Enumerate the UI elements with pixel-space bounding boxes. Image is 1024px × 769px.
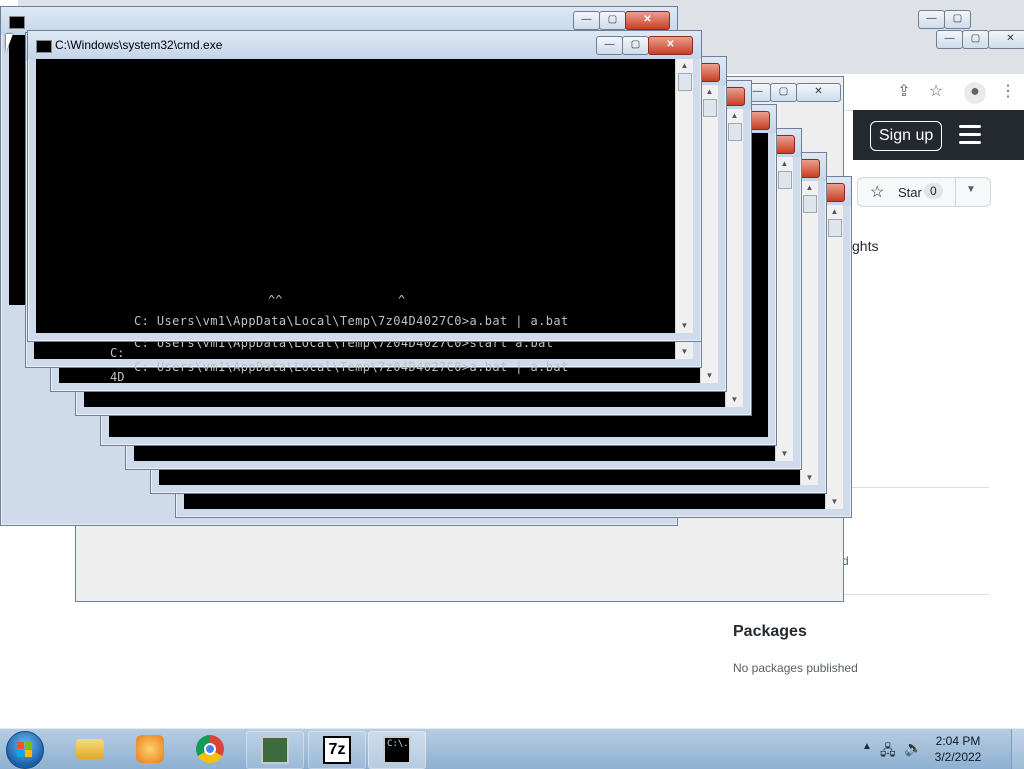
show-hidden-icons-icon[interactable]: ▲ bbox=[862, 741, 872, 752]
media-player-icon bbox=[136, 735, 164, 763]
minimize-icon[interactable]: — bbox=[918, 10, 945, 29]
task-manager-icon bbox=[261, 736, 289, 764]
start-button[interactable] bbox=[6, 731, 44, 769]
taskbar-command-prompt[interactable]: C:\. bbox=[368, 731, 426, 769]
network-icon[interactable]: 🖧 bbox=[880, 740, 896, 764]
hamburger-menu-icon[interactable] bbox=[959, 125, 981, 144]
github-header: Sign up bbox=[853, 110, 1024, 160]
7zip-icon: 7z bbox=[323, 736, 351, 764]
console-output-line: C: Users\vm1\AppData\Local\Temp\7z04D402… bbox=[134, 360, 569, 374]
mouse-cursor bbox=[6, 34, 13, 52]
console-output-fragment: C: bbox=[110, 346, 125, 360]
scroll-down-icon[interactable]: ▼ bbox=[701, 369, 718, 383]
scroll-thumb[interactable] bbox=[828, 219, 842, 237]
scroll-down-icon[interactable]: ▼ bbox=[776, 447, 793, 461]
scroll-thumb[interactable] bbox=[703, 99, 717, 117]
scroll-down-icon[interactable]: ▼ bbox=[801, 471, 818, 485]
cmd-icon bbox=[36, 40, 52, 53]
scrollbar[interactable]: ▲▼ bbox=[775, 157, 793, 461]
packages-heading: Packages bbox=[733, 623, 807, 640]
scroll-thumb[interactable] bbox=[803, 195, 817, 213]
taskbar: 7z C:\. ▲ 🖧 🔊 2:04 PM 3/2/2022 bbox=[0, 728, 1024, 769]
cmd-icon bbox=[9, 16, 25, 29]
maximize-icon[interactable]: ▢ bbox=[944, 10, 971, 29]
taskbar-7zip[interactable]: 7z bbox=[308, 731, 366, 769]
insights-tab-fragment[interactable]: ghts bbox=[852, 238, 878, 254]
clock-date[interactable]: 3/2/2022 bbox=[926, 750, 990, 764]
console-output-line: C: Users\vm1\AppData\Local\Temp\7z04D402… bbox=[134, 314, 569, 328]
console-output-fragment: ^^ ^ bbox=[268, 293, 406, 307]
close-icon[interactable]: ✕ bbox=[648, 36, 693, 55]
console-output-fragment: 4D bbox=[110, 370, 125, 384]
close-icon[interactable]: ✕ bbox=[625, 11, 670, 30]
scrollbar[interactable]: ▲▼ bbox=[800, 181, 818, 485]
bookmark-star-icon[interactable]: ☆ bbox=[926, 82, 946, 102]
windows-logo-icon bbox=[17, 742, 33, 758]
scroll-thumb[interactable] bbox=[778, 171, 792, 189]
scroll-down-icon[interactable]: ▼ bbox=[676, 345, 693, 359]
scroll-down-icon[interactable]: ▼ bbox=[676, 319, 693, 333]
chrome-icon bbox=[196, 735, 224, 763]
scroll-down-icon[interactable]: ▼ bbox=[726, 393, 743, 407]
signup-button[interactable]: Sign up bbox=[870, 121, 943, 151]
scrollbar[interactable]: ▲▼ bbox=[675, 59, 693, 333]
show-desktop-button[interactable] bbox=[1011, 729, 1024, 769]
scroll-up-icon[interactable]: ▲ bbox=[701, 85, 718, 99]
taskbar-file-explorer[interactable] bbox=[62, 731, 118, 767]
window-title: C:\Windows\system32\cmd.exe bbox=[55, 38, 223, 52]
scrollbar[interactable]: ▲▼ bbox=[700, 85, 718, 383]
star-icon: ☆ bbox=[870, 184, 885, 201]
scroll-down-icon[interactable]: ▼ bbox=[826, 495, 843, 509]
packages-status: No packages published bbox=[733, 661, 858, 675]
cmd-window-front: C:\Windows\system32\cmd.exe ▲ ▼ — ▢ ✕ C: … bbox=[27, 30, 702, 342]
chevron-down-icon[interactable]: ▼ bbox=[966, 184, 976, 195]
scrollbar[interactable]: ▲▼ bbox=[825, 205, 843, 509]
close-icon[interactable]: ✕ bbox=[796, 83, 841, 102]
scroll-up-icon[interactable]: ▲ bbox=[826, 205, 843, 219]
scroll-thumb[interactable] bbox=[678, 73, 692, 91]
maximize-icon[interactable]: ▢ bbox=[599, 11, 626, 30]
taskbar-chrome[interactable] bbox=[182, 731, 238, 767]
scrollbar[interactable]: ▲▼ bbox=[725, 109, 743, 407]
star-count: 0 bbox=[924, 183, 943, 199]
console-area bbox=[36, 59, 693, 333]
star-repo-button[interactable]: ☆ Star 0 ▼ bbox=[857, 177, 991, 207]
scroll-up-icon[interactable]: ▲ bbox=[801, 181, 818, 195]
maximize-icon[interactable]: ▢ bbox=[622, 36, 649, 55]
scroll-up-icon[interactable]: ▲ bbox=[676, 59, 693, 73]
share-icon[interactable]: ⇪ bbox=[894, 82, 914, 102]
minimize-icon[interactable]: — bbox=[936, 30, 963, 49]
star-label: Star bbox=[898, 185, 922, 200]
minimize-icon[interactable]: — bbox=[573, 11, 600, 30]
profile-avatar-icon[interactable]: ● bbox=[964, 82, 986, 104]
taskbar-media-player[interactable] bbox=[122, 731, 178, 767]
command-prompt-icon: C:\. bbox=[383, 736, 411, 764]
scroll-thumb[interactable] bbox=[728, 123, 742, 141]
maximize-icon[interactable]: ▢ bbox=[770, 83, 797, 102]
scroll-up-icon[interactable]: ▲ bbox=[726, 109, 743, 123]
close-icon[interactable]: ✕ bbox=[988, 30, 1024, 49]
minimize-icon[interactable]: — bbox=[596, 36, 623, 55]
clock-time[interactable]: 2:04 PM bbox=[926, 734, 990, 748]
maximize-icon[interactable]: ▢ bbox=[962, 30, 989, 49]
taskbar-task-manager[interactable] bbox=[246, 731, 304, 769]
folder-icon bbox=[76, 739, 104, 759]
kebab-menu-icon[interactable]: ⋮ bbox=[998, 82, 1018, 102]
volume-icon[interactable]: 🔊 bbox=[904, 739, 923, 757]
system-tray: ▲ 🖧 🔊 2:04 PM 3/2/2022 bbox=[852, 729, 1012, 769]
star-divider bbox=[955, 178, 956, 206]
scroll-up-icon[interactable]: ▲ bbox=[776, 157, 793, 171]
